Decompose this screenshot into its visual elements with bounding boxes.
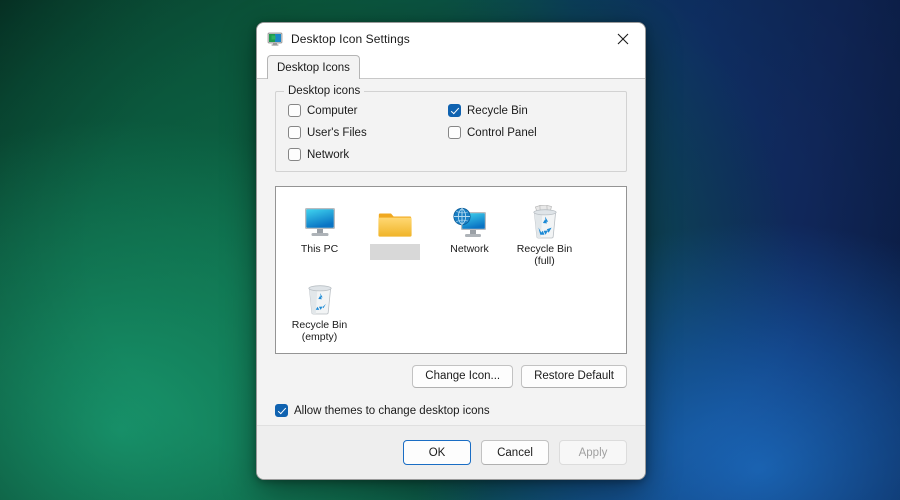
desktop-monitor-icon (267, 32, 283, 46)
preview-icon-label-blank (369, 244, 420, 260)
ok-button[interactable]: OK (403, 440, 471, 465)
tab-strip: Desktop Icons (257, 55, 645, 79)
tab-desktop-icons[interactable]: Desktop Icons (267, 55, 360, 79)
checkbox-computer-label: Computer (307, 104, 358, 117)
cancel-button[interactable]: Cancel (481, 440, 549, 465)
folder-icon (357, 197, 432, 239)
allow-themes-label: Allow themes to change desktop icons (294, 404, 490, 417)
checkbox-control-panel-label: Control Panel (467, 126, 537, 139)
checkbox-network-box[interactable] (288, 148, 301, 161)
checkbox-recycle-bin[interactable]: Recycle Bin (448, 104, 614, 117)
icon-preview-panel[interactable]: This PC Network Recycle Bin (full) Recyc… (275, 186, 627, 354)
change-icon-button[interactable]: Change Icon... (412, 365, 514, 388)
window-title: Desktop Icon Settings (291, 32, 410, 46)
recycle-bin-full-icon (507, 197, 582, 239)
preview-icon-folder[interactable] (357, 197, 432, 267)
restore-default-button[interactable]: Restore Default (521, 365, 627, 388)
preview-icon-network[interactable]: Network (432, 197, 507, 267)
apply-button: Apply (559, 440, 627, 465)
tab-label: Desktop Icons (277, 61, 350, 74)
preview-icon-label: Network (450, 243, 489, 255)
checkbox-recycle-bin-box[interactable] (448, 104, 461, 117)
dialog-body: Desktop icons Computer Recycle Bin User'… (257, 79, 645, 425)
preview-icon-this-pc[interactable]: This PC (282, 197, 357, 267)
checkbox-network[interactable]: Network (288, 148, 448, 161)
desktop-icon-settings-dialog: Desktop Icon Settings Desktop Icons Desk… (256, 22, 646, 480)
checkbox-grid: Computer Recycle Bin User's Files Contro… (288, 104, 614, 161)
checkbox-users-files[interactable]: User's Files (288, 126, 448, 139)
close-button[interactable] (601, 23, 645, 55)
network-globe-monitor-icon (432, 197, 507, 239)
dialog-footer: OK Cancel Apply (257, 425, 645, 479)
preview-icon-recycle-bin-empty[interactable]: Recycle Bin (empty) (282, 273, 357, 343)
icon-action-buttons: Change Icon... Restore Default (275, 365, 627, 388)
recycle-bin-empty-icon (282, 273, 357, 315)
preview-icon-label: Recycle Bin (full) (516, 243, 573, 267)
checkbox-network-label: Network (307, 148, 350, 161)
checkbox-recycle-bin-label: Recycle Bin (467, 104, 528, 117)
groupbox-legend: Desktop icons (284, 85, 365, 97)
allow-themes-checkbox-row[interactable]: Allow themes to change desktop icons (275, 404, 627, 417)
preview-icon-label: Recycle Bin (empty) (291, 319, 348, 343)
checkbox-control-panel-box[interactable] (448, 126, 461, 139)
checkbox-users-files-box[interactable] (288, 126, 301, 139)
desktop-icons-groupbox: Desktop icons Computer Recycle Bin User'… (275, 85, 627, 172)
allow-themes-checkbox-box[interactable] (275, 404, 288, 417)
checkbox-computer[interactable]: Computer (288, 104, 448, 117)
monitor-icon (282, 197, 357, 239)
close-icon (617, 33, 629, 45)
title-bar[interactable]: Desktop Icon Settings (257, 23, 645, 55)
preview-icon-recycle-bin-full[interactable]: Recycle Bin (full) (507, 197, 582, 267)
checkbox-computer-box[interactable] (288, 104, 301, 117)
checkbox-users-files-label: User's Files (307, 126, 367, 139)
preview-icon-label: This PC (300, 243, 339, 255)
checkbox-control-panel[interactable]: Control Panel (448, 126, 614, 139)
